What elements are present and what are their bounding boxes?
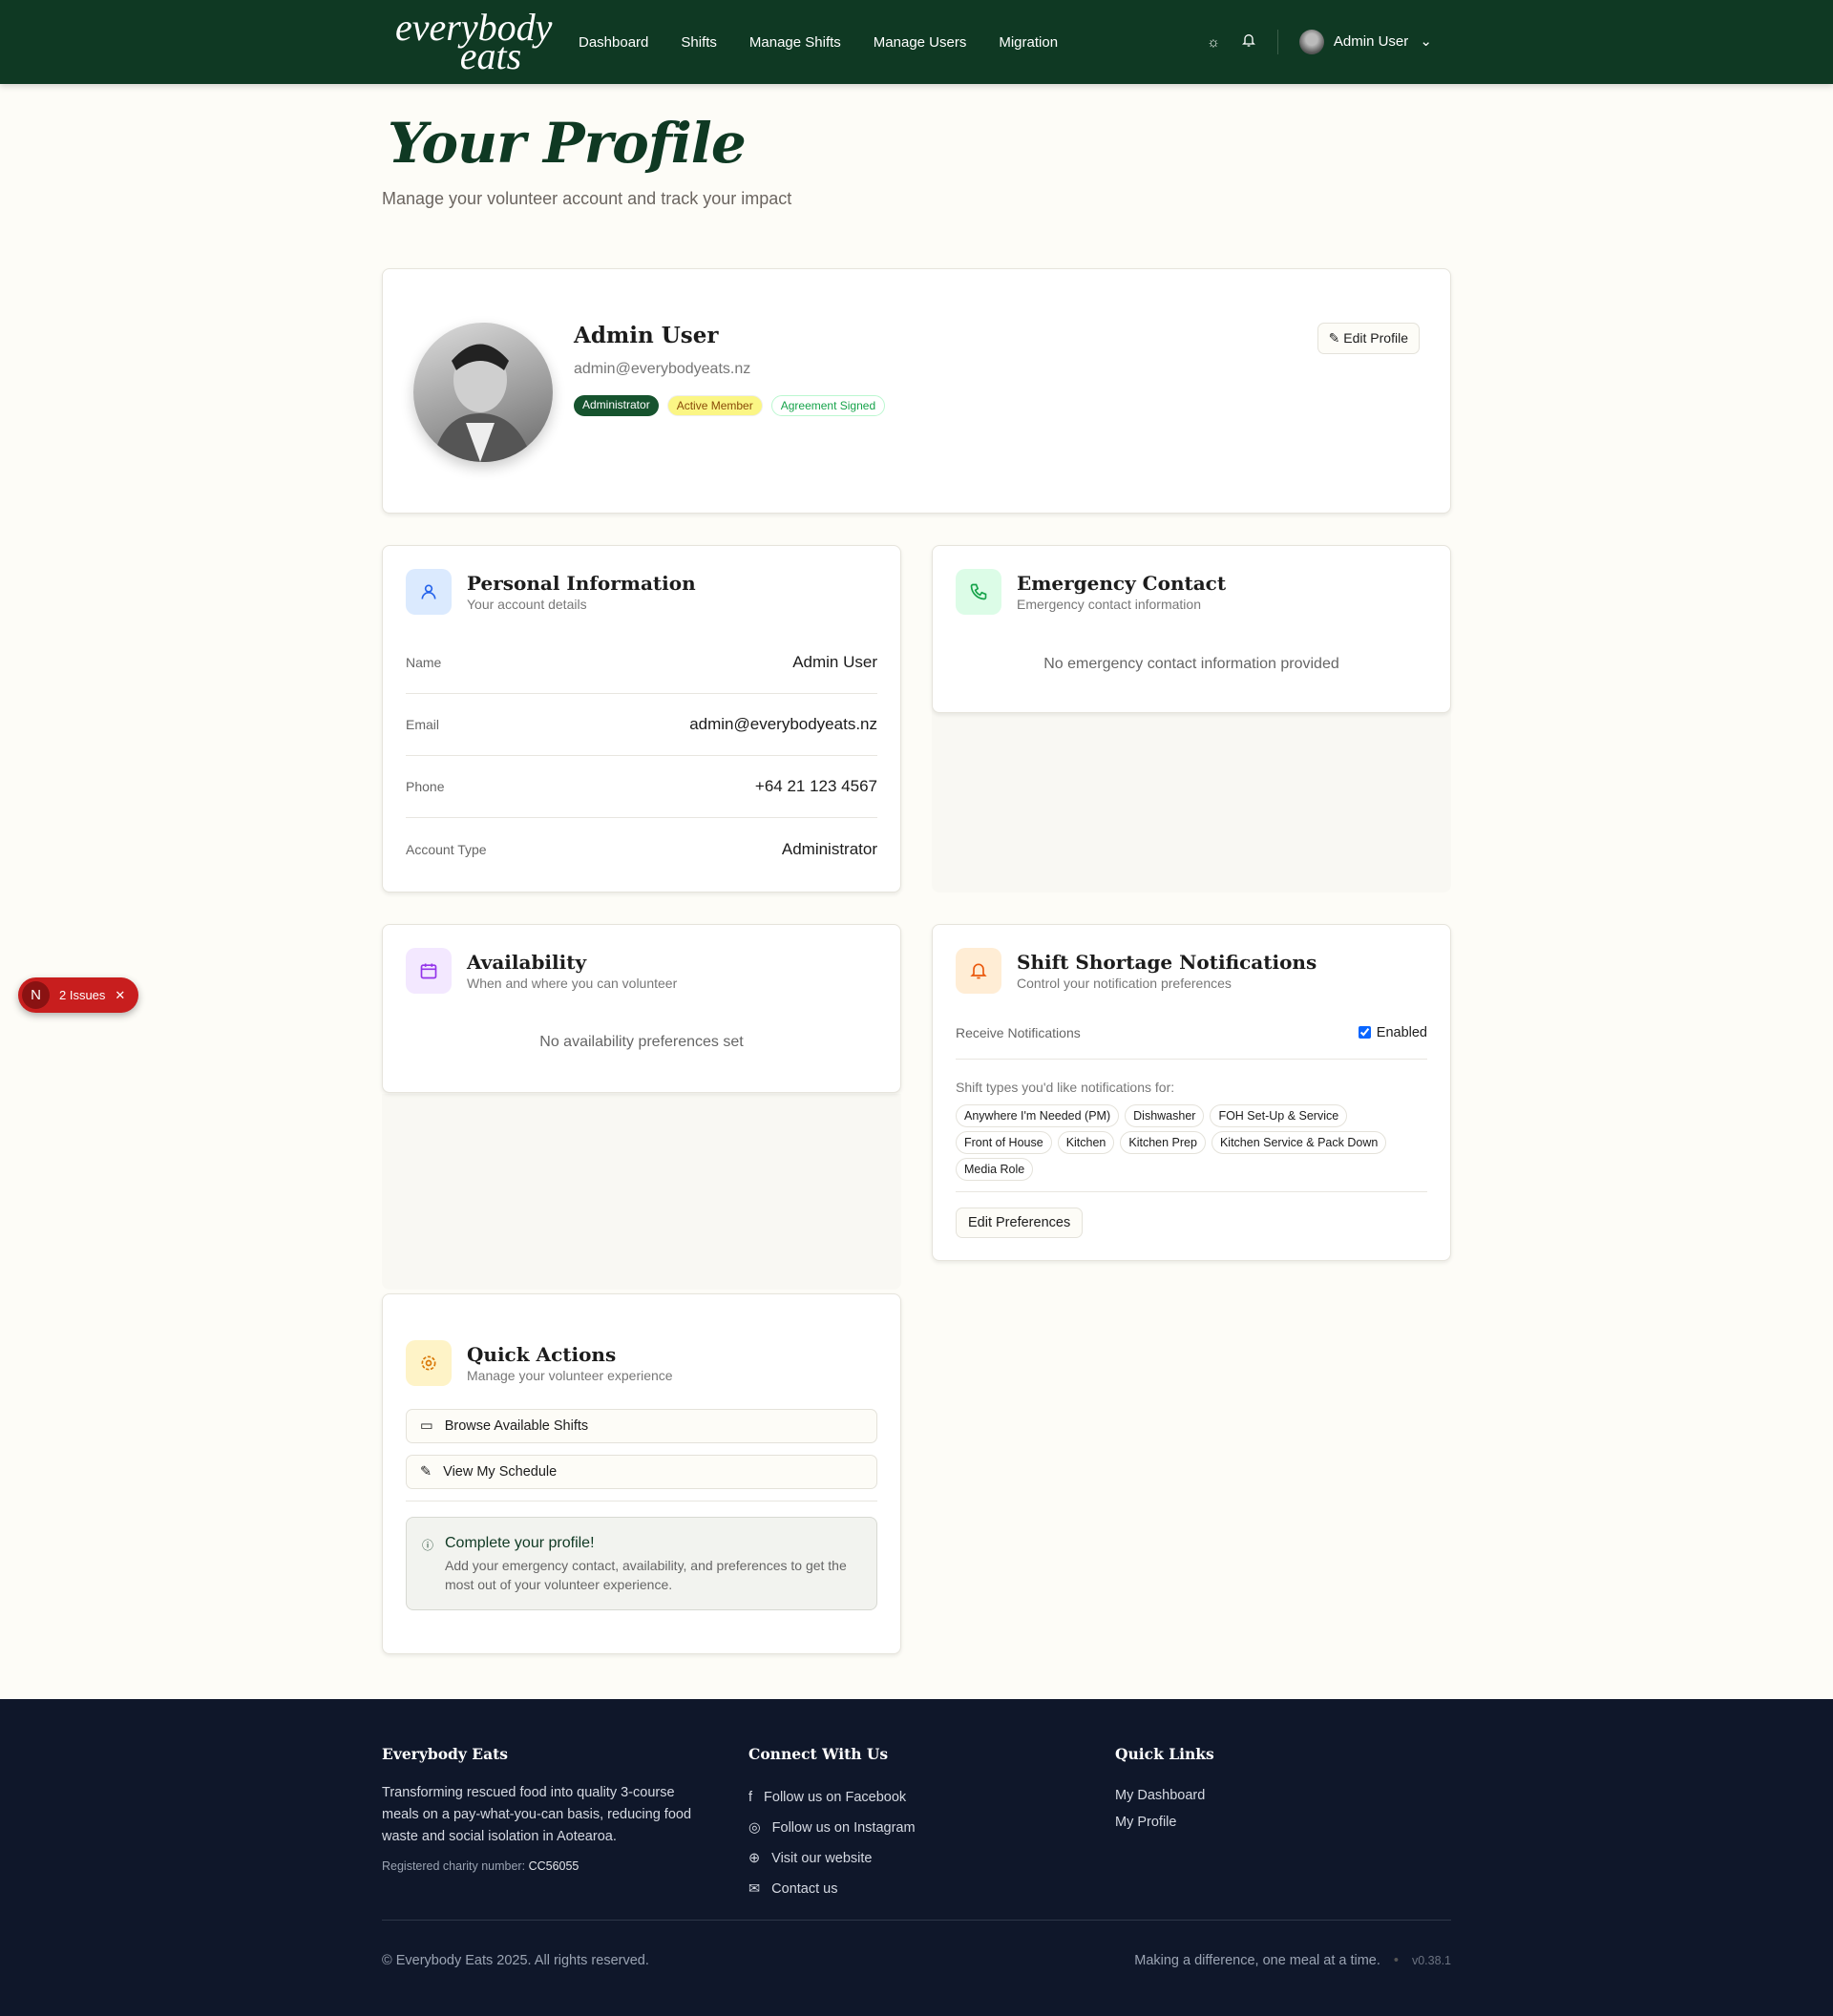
info-row-account-type: Account Type Administrator [406,839,877,858]
emergency-contact-card: Emergency Contact Emergency contact infor… [932,545,1451,713]
phone-icon [956,569,1001,615]
my-profile-link[interactable]: My Profile [1115,1809,1214,1836]
info-row-name: Name Admin User [406,632,877,694]
info-row-email: Email admin@everybodyeats.nz [406,694,877,756]
calendar-icon [406,948,452,994]
calendar-icon: ▭ [420,1418,433,1434]
chip: Media Role [956,1158,1034,1181]
edit-icon: ✎ [1328,330,1340,346]
my-dashboard-link[interactable]: My Dashboard [1115,1782,1214,1809]
info-icon: ⓘ [422,1539,434,1552]
chip: Kitchen Service & Pack Down [1211,1131,1387,1154]
bell-icon[interactable] [1241,32,1256,52]
avatar [1298,30,1324,54]
facebook-link[interactable]: f Follow us on Facebook [748,1782,916,1813]
mail-icon: ✉ [748,1881,761,1897]
logo[interactable]: everybody eats [395,9,552,75]
profile-avatar [413,323,553,462]
chip: Kitchen Prep [1120,1131,1206,1154]
instagram-icon: ◎ [748,1820,761,1836]
shift-type-chips: Anywhere I'm Needed (PM) Dishwasher FOH … [956,1104,1414,1181]
gear-icon [406,1340,452,1386]
user-menu[interactable]: Admin User ⌄ [1298,30,1432,54]
instagram-link[interactable]: ◎ Follow us on Instagram [748,1813,916,1843]
browse-shifts-button[interactable]: ▭ Browse Available Shifts [406,1409,877,1443]
edit-icon: ✎ [420,1464,432,1480]
nav-manage-shifts[interactable]: Manage Shifts [749,34,841,51]
info-row-phone: Phone +64 21 123 4567 [406,756,877,818]
availability-card: Availability When and where you can volun… [382,924,901,1093]
personal-info-card: Personal Information Your account details… [382,545,901,892]
chevron-down-icon: ⌄ [1420,32,1432,50]
badge-agreement-signed: Agreement Signed [770,395,886,416]
view-schedule-button[interactable]: ✎ View My Schedule [406,1455,877,1489]
nav-migration[interactable]: Migration [999,34,1058,51]
nav-manage-users[interactable]: Manage Users [874,34,967,51]
edit-preferences-button[interactable]: Edit Preferences [956,1208,1084,1238]
facebook-icon: f [748,1790,753,1805]
chip: Front of House [956,1131,1052,1154]
shift-notifications-card: Shift Shortage Notifications Control your… [932,924,1451,1261]
chip: Kitchen [1057,1131,1115,1154]
nav-shifts[interactable]: Shifts [681,34,717,51]
top-nav: everybody eats Dashboard Shifts Manage Sh… [0,0,1833,84]
globe-icon: ⊕ [748,1851,761,1866]
complete-profile-alert: ⓘ Complete your profile! Add your emerge… [406,1517,877,1610]
notifications-enabled-checkbox[interactable]: Enabled [1358,1025,1427,1040]
badge-active-member: Active Member [666,395,763,416]
badge-administrator: Administrator [574,395,659,416]
user-icon [406,569,452,615]
chip: Dishwasher [1125,1104,1205,1127]
profile-name: Admin User [574,323,719,348]
divider [1276,30,1278,54]
chip: FOH Set-Up & Service [1210,1104,1348,1127]
footer: Everybody Eats Transforming rescued food… [0,1699,1833,2016]
page-subtitle: Manage your volunteer account and track … [382,189,792,208]
website-link[interactable]: ⊕ Visit our website [748,1843,916,1874]
page-title: Your Profile [388,111,747,176]
profile-card: Admin User admin@everybodyeats.nz Admini… [382,268,1451,514]
contact-link[interactable]: ✉ Contact us [748,1874,916,1904]
issues-badge[interactable]: N2 Issues ✕ [18,977,138,1013]
chip: Anywhere I'm Needed (PM) [956,1104,1120,1127]
nav-dashboard[interactable]: Dashboard [579,34,648,51]
close-icon[interactable]: ✕ [115,988,125,1003]
edit-profile-button[interactable]: ✎ Edit Profile [1317,323,1420,354]
quick-actions-card: Quick Actions Manage your volunteer exper… [382,1293,901,1654]
profile-email: admin@everybodyeats.nz [574,361,751,377]
bell-icon [956,948,1001,994]
theme-toggle-sun-icon[interactable]: ☼ [1207,34,1220,51]
